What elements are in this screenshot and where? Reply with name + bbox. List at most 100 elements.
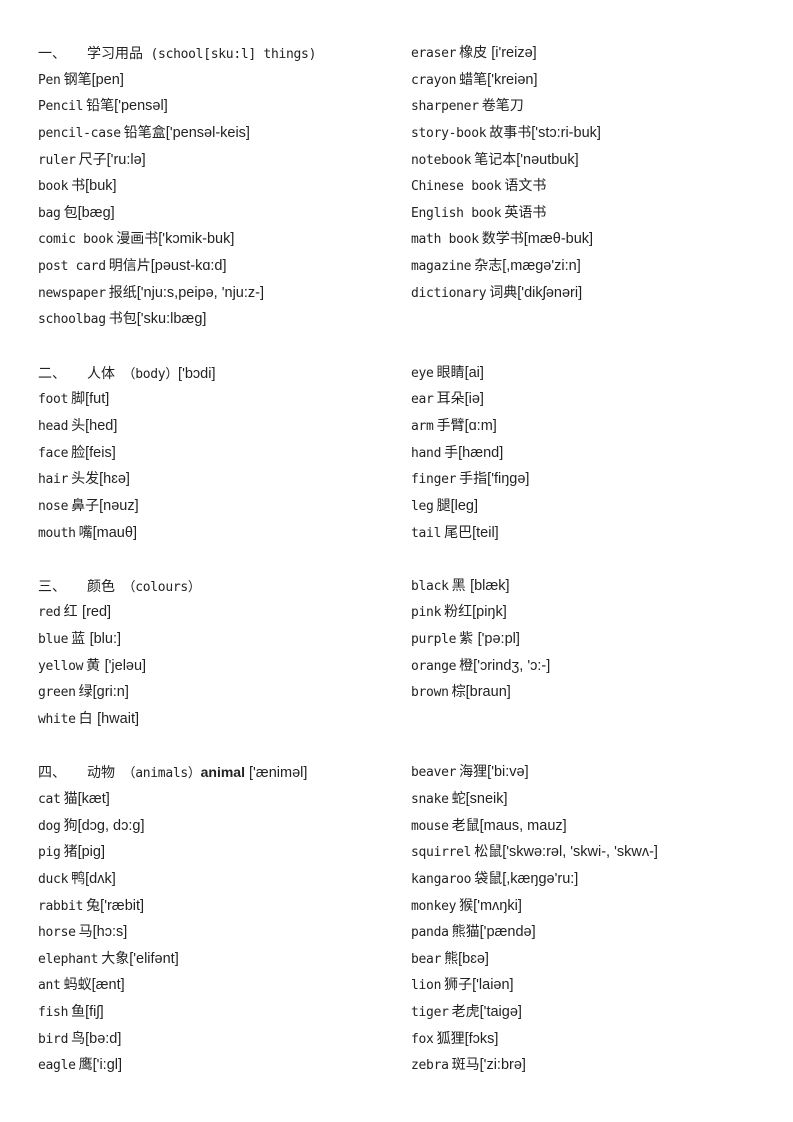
english-word: sharpener: [411, 99, 479, 115]
phonetic: ['sku:lbæg]: [136, 311, 207, 328]
chinese-meaning: 马: [78, 924, 93, 941]
chinese-meaning: 语文书: [504, 178, 547, 195]
chinese-meaning: 熊猫: [451, 924, 480, 941]
chinese-meaning: 明信片: [108, 258, 151, 275]
phonetic: [blu:]: [89, 631, 121, 648]
chinese-meaning: 棕: [451, 684, 466, 701]
english-word: yellow: [38, 658, 84, 674]
chinese-meaning: 老鼠: [451, 817, 480, 834]
english-word: fox: [411, 1031, 434, 1047]
chinese-meaning: 狮子: [444, 977, 473, 994]
vocab-entry: dog 狗[dɔg, dɔ:g]: [38, 813, 411, 840]
vocab-entry: eraser 橡皮 [i'reizə]: [411, 40, 771, 67]
phonetic: ['pensəl]: [114, 98, 168, 115]
vocab-entry: post card 明信片[pəust-kɑ:d]: [38, 253, 411, 280]
phonetic: [feis]: [85, 444, 116, 461]
phonetic: ['kreiən]: [487, 71, 538, 88]
phonetic: ['nju:s,peipə, 'nju:z-]: [136, 284, 264, 301]
english-word: magazine: [411, 259, 472, 275]
chinese-meaning: 手: [444, 444, 459, 461]
phonetic: ['i:gl]: [92, 1057, 123, 1074]
chinese-meaning: 蓝: [71, 631, 90, 648]
heading-bold-word: animal: [200, 764, 245, 781]
chinese-meaning: 数学书: [481, 231, 524, 248]
vocab-entry: finger 手指['fiŋgə]: [411, 466, 771, 493]
english-word: dog: [38, 818, 61, 834]
phonetic: [ænt]: [91, 977, 125, 994]
vocab-entry: horse 马[hɔ:s]: [38, 919, 411, 946]
section-heading: 三、 颜色 （colours）: [38, 573, 411, 600]
english-word: finger: [411, 472, 457, 488]
chinese-meaning: 粉红: [444, 604, 473, 621]
vocab-entry: panda 熊猫['pændə]: [411, 919, 771, 946]
chinese-meaning: 耳朵: [436, 391, 465, 408]
english-word: foot: [38, 392, 69, 408]
chinese-meaning: 包: [63, 204, 78, 221]
english-word: pink: [411, 605, 442, 621]
phonetic: [hɛə]: [99, 471, 130, 488]
english-word: kangaroo: [411, 871, 472, 887]
vocab-entry: face 脸[feis]: [38, 440, 411, 467]
phonetic: [i'reizə]: [487, 45, 537, 61]
english-word: black: [411, 578, 449, 594]
chinese-meaning: 鸟: [71, 1030, 86, 1047]
phonetic: [fut]: [85, 391, 110, 408]
phonetic: [pig]: [77, 844, 106, 861]
vocab-section: 四、 动物 （animals）animal ['æniməl] cat 猫[kæt] d…: [38, 759, 778, 1079]
phonetic: ['stɔ:ri-buk]: [531, 124, 601, 141]
phonetic: [bɛə]: [458, 950, 489, 967]
english-word: ear: [411, 392, 434, 408]
heading-chinese: 人体: [87, 365, 115, 382]
vocab-entry: Pen 钢笔[pen]: [38, 67, 411, 94]
chinese-meaning: 书包: [108, 311, 137, 328]
vocab-section: 二、 人体 （body）['bɔdi] foot 脚[fut] head 头[hed] fa…: [38, 360, 778, 546]
chinese-meaning: 黑: [451, 577, 471, 594]
chinese-meaning: 紫: [459, 631, 478, 648]
chinese-meaning: 狗: [63, 817, 78, 834]
chinese-meaning: 大象: [101, 950, 130, 967]
vocab-entry: dictionary 词典['dikʃənəri]: [411, 280, 771, 307]
vocab-entry: leg 腿[leg]: [411, 493, 771, 520]
phonetic: ['elifənt]: [129, 950, 179, 967]
phonetic: ['pændə]: [479, 924, 536, 941]
vocab-entry: crayon 蜡笔['kreiən]: [411, 67, 771, 94]
vocab-entry: fish 鱼[fiʃ]: [38, 999, 411, 1026]
heading-phonetic: ['æniməl]: [244, 765, 308, 782]
vocab-entry: foot 脚[fut]: [38, 386, 411, 413]
english-word: notebook: [411, 152, 472, 168]
phonetic: [buk]: [85, 178, 117, 195]
vocab-entry: eagle 鹰['i:gl]: [38, 1052, 411, 1079]
english-word: bird: [38, 1031, 69, 1047]
vocab-entry: bag 包[bæg]: [38, 200, 411, 227]
vocab-section: 一、 学习用品 (school[sku:l] things) Pen 钢笔[pen] P…: [38, 40, 778, 333]
vocab-entry: pig 猪[pig]: [38, 839, 411, 866]
chinese-meaning: 手臂: [436, 417, 465, 434]
chinese-meaning: 橡皮: [459, 45, 488, 61]
vocab-entry: hair 头发[hɛə]: [38, 466, 411, 493]
heading-number: 四、: [38, 765, 66, 782]
vocab-entry: mouth 嘴[mauθ]: [38, 520, 411, 547]
section-heading: 一、 学习用品 (school[sku:l] things): [38, 40, 411, 67]
english-word: arm: [411, 418, 434, 434]
chinese-meaning: 红: [63, 604, 83, 621]
phonetic: ['ru:lə]: [106, 151, 146, 168]
english-word: eye: [411, 365, 434, 381]
english-word: mouse: [411, 818, 449, 834]
phonetic: [kæt]: [77, 790, 110, 807]
vocab-entry: cat 猫[kæt]: [38, 786, 411, 813]
heading-english: （colours）: [115, 579, 201, 595]
english-word: leg: [411, 498, 434, 514]
vocab-entry: bird 鸟[bə:d]: [38, 1026, 411, 1053]
vocab-entry: red 红 [red]: [38, 599, 411, 626]
chinese-meaning: 笔记本: [474, 151, 517, 168]
phonetic: [ɑ:m]: [464, 417, 497, 434]
chinese-meaning: 松鼠: [474, 844, 503, 861]
phonetic: [hænd]: [458, 444, 504, 461]
phonetic: ['pə:pl]: [477, 631, 520, 648]
vocab-entry: orange 橙['ɔrindʒ, 'ɔ:-]: [411, 653, 771, 680]
vocab-entry: beaver 海狸['bi:və]: [411, 759, 771, 786]
chinese-meaning: 绿: [78, 684, 93, 701]
english-word: hair: [38, 472, 69, 488]
section-heading: 四、 动物 （animals）animal ['æniməl]: [38, 759, 411, 786]
phonetic: ['jeləu]: [104, 657, 147, 674]
